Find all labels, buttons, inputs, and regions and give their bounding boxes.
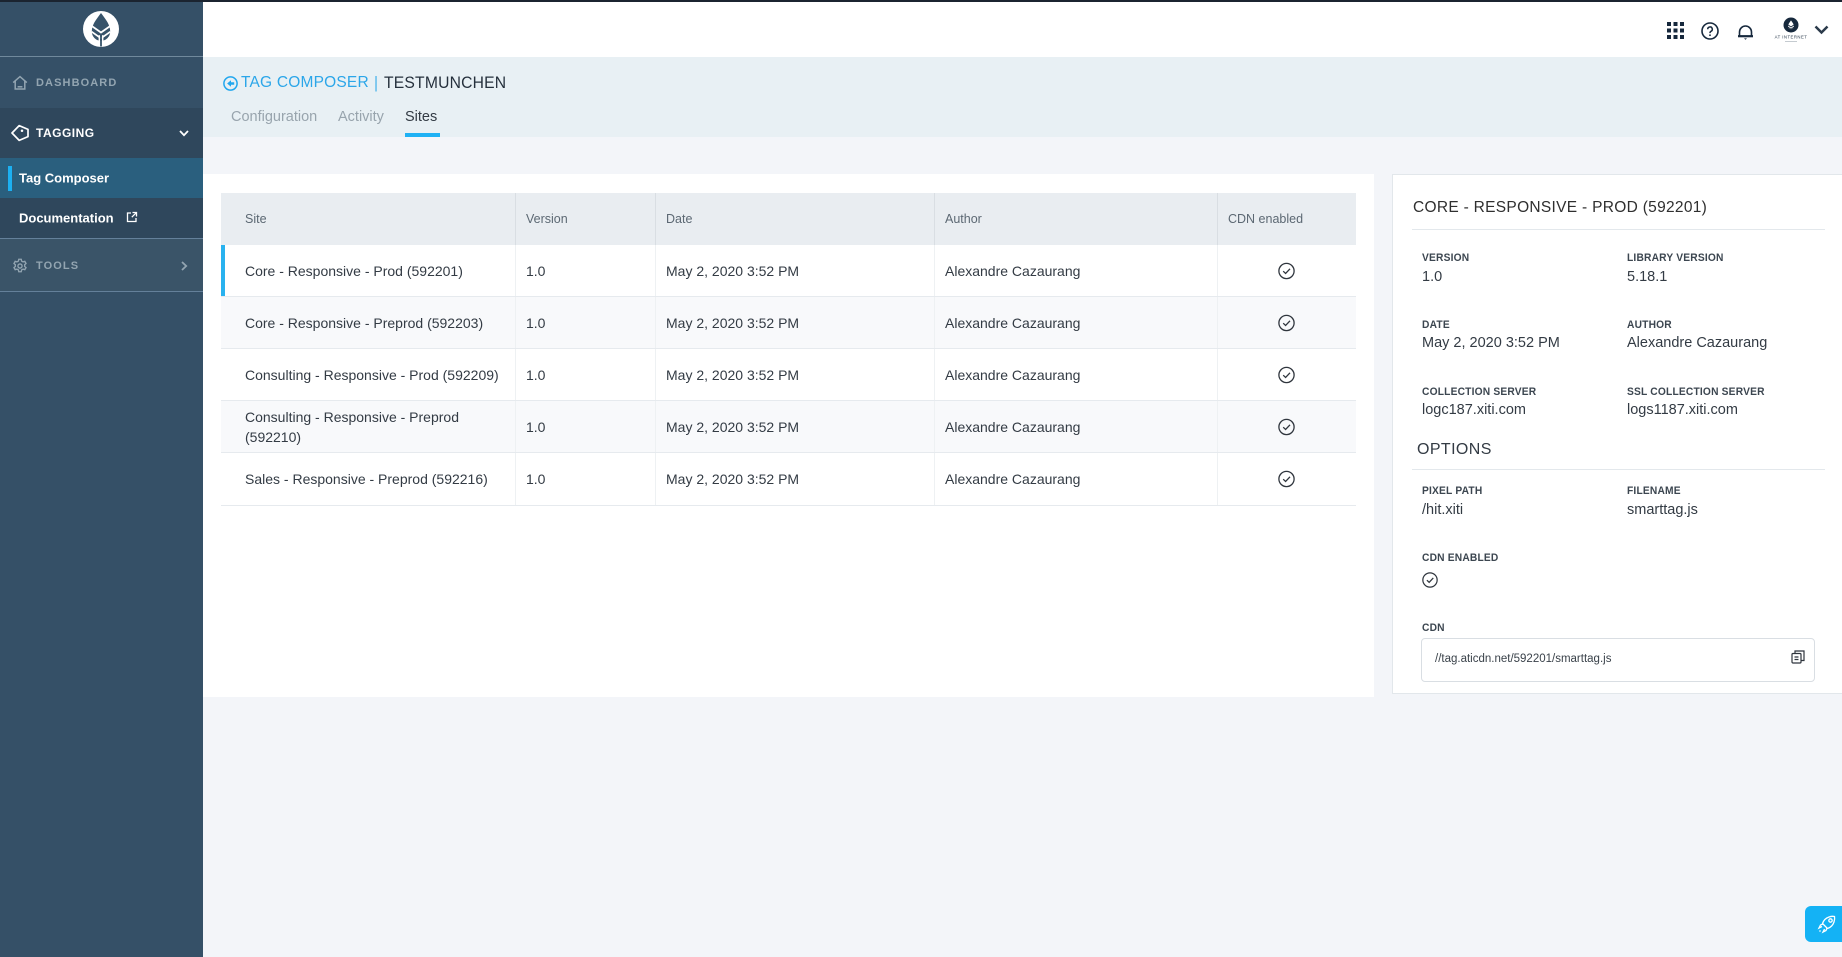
svg-text:AT INTERNET: AT INTERNET (1775, 35, 1808, 40)
